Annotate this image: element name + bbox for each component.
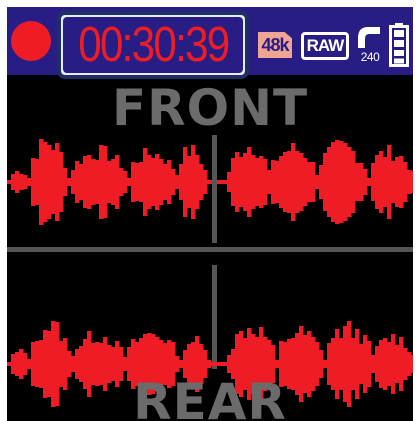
recording-time: 00:30:39 <box>77 17 230 72</box>
recorder-screen: 00:30:39 48k RAW 240 FRONT REAR <box>7 7 413 421</box>
status-bar: 00:30:39 48k RAW 240 <box>7 7 413 79</box>
channel-divider <box>7 247 413 252</box>
sample-rate-icon: 48k <box>258 32 292 58</box>
rear-channel-label: REAR <box>133 373 287 421</box>
sample-rate-label: 48k <box>261 34 289 55</box>
low-cut-icon: 240 <box>357 24 381 68</box>
front-center-divider <box>212 135 217 243</box>
front-waveform <box>7 139 413 225</box>
timer-display: 00:30:39 <box>63 17 243 73</box>
raw-format-badge: RAW <box>301 32 349 60</box>
waveform-display: FRONT REAR <box>7 75 413 421</box>
record-indicator-icon <box>11 21 51 61</box>
battery-icon <box>389 23 409 67</box>
timer-highlight: 00:30:39 <box>57 11 249 79</box>
low-cut-value: 240 <box>360 50 380 64</box>
